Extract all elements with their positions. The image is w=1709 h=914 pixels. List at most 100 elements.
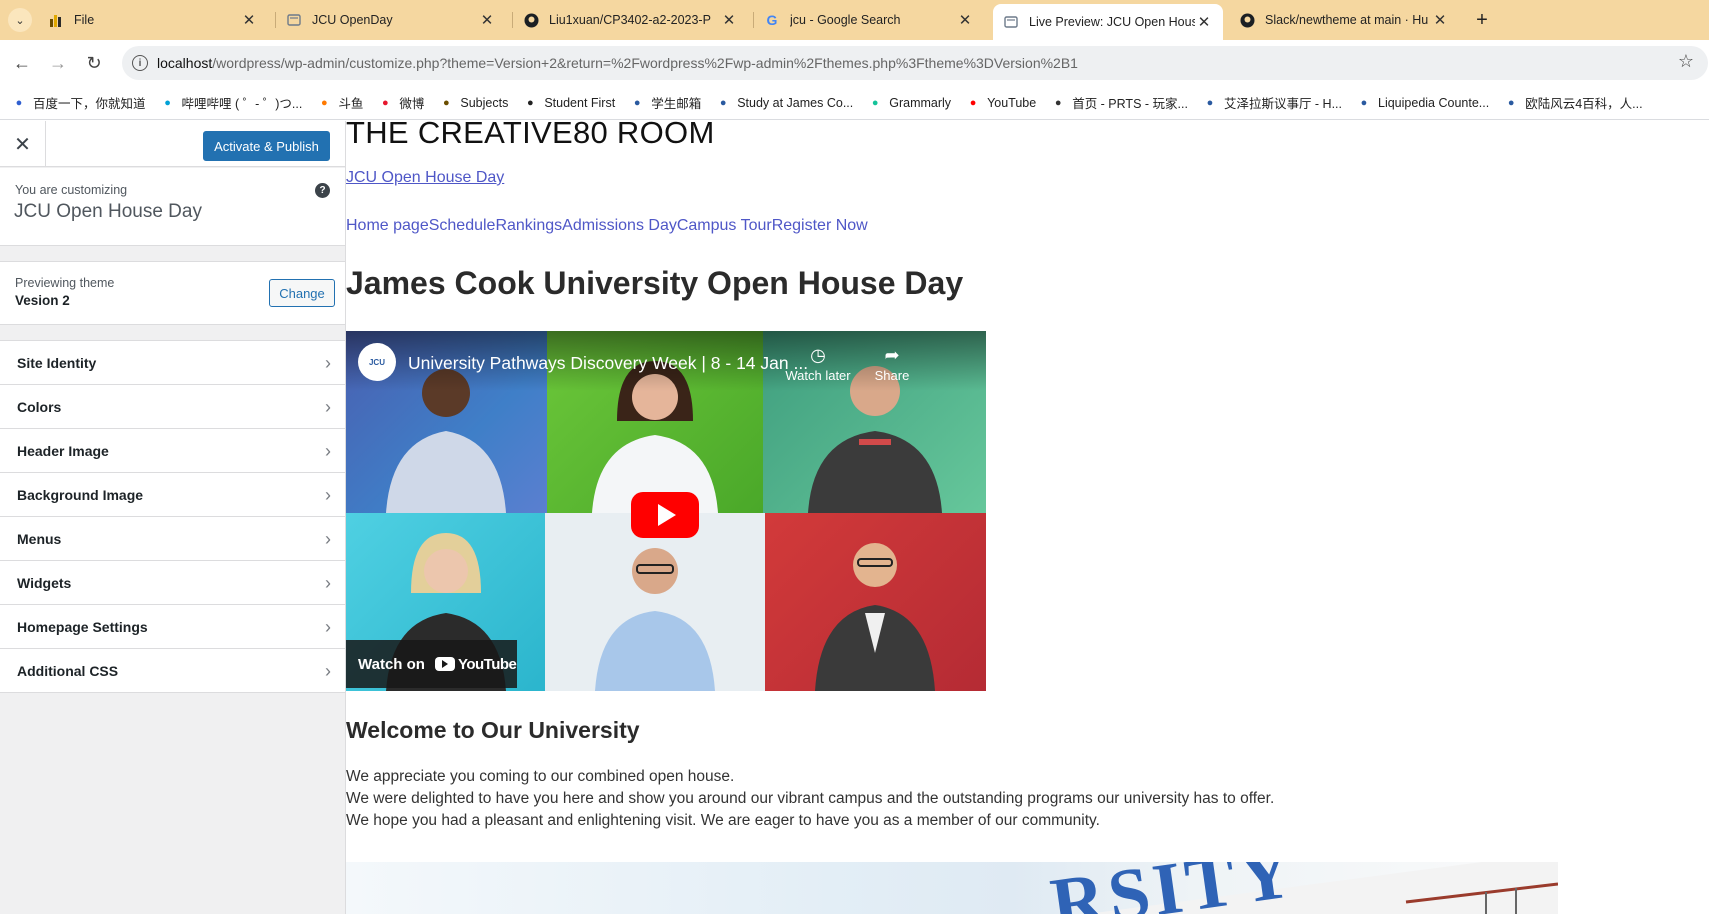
reload-icon: ↻ <box>86 52 102 73</box>
close-icon[interactable]: ✕ <box>240 11 258 29</box>
section-homepage-settings[interactable]: Homepage Settings › <box>0 605 345 649</box>
share-icon: ➦ <box>884 345 900 365</box>
section-header-image[interactable]: Header Image › <box>0 429 345 473</box>
liquipedia-icon: ● <box>1360 96 1368 109</box>
close-icon[interactable]: ✕ <box>956 11 974 29</box>
nav-link-home-page[interactable]: Home page <box>346 217 429 235</box>
bookmark-item[interactable]: ● 艾泽拉斯议事厅 - H... <box>1203 93 1342 112</box>
close-icon[interactable]: ✕ <box>720 11 738 29</box>
youtube-video-embed[interactable]: JCU University Pathways Discovery Week |… <box>346 331 986 691</box>
tab-live-preview[interactable]: Live Preview: JCU Open Hous ✕ <box>993 4 1223 40</box>
campus-building-graphic <box>1086 862 1558 914</box>
page-heading: James Cook University Open House Day <box>346 265 964 301</box>
chevron-down-icon: ⌄ <box>15 14 25 27</box>
section-label: Background Image <box>17 486 144 503</box>
clock-icon: ◷ <box>810 345 826 365</box>
change-theme-button[interactable]: Change <box>269 279 335 307</box>
tv-icon: ● <box>164 96 171 109</box>
close-icon[interactable]: ✕ <box>1431 11 1449 29</box>
watch-on-youtube-button[interactable]: Watch on YouTube <box>346 640 517 688</box>
tab-title: jcu - Google Search <box>790 13 901 27</box>
share-button[interactable]: ➦ Share <box>857 345 927 383</box>
section-label: Site Identity <box>17 354 97 371</box>
nav-link-admissions-day[interactable]: Admissions Day <box>562 217 677 235</box>
close-customizer-button[interactable]: ✕ <box>0 121 46 167</box>
grammarly-icon: ● <box>871 96 879 109</box>
nav-link-register-now[interactable]: Register Now <box>772 217 868 235</box>
star-icon[interactable]: ☆ <box>1678 51 1694 72</box>
arrow-left-icon: ← <box>13 52 31 73</box>
customizer-info: You are customizing JCU Open House Day ? <box>0 168 345 246</box>
video-tile <box>765 513 986 691</box>
address-bar[interactable]: i localhost/wordpress/wp-admin/customize… <box>122 46 1708 80</box>
page-icon <box>286 12 302 28</box>
section-widgets[interactable]: Widgets › <box>0 561 345 605</box>
watch-later-button[interactable]: ◷ Watch later <box>783 345 853 383</box>
chevron-right-icon: › <box>325 529 331 549</box>
tab-github-slack[interactable]: Slack/newtheme at main · Hu ✕ <box>1229 0 1459 40</box>
chevron-right-icon: › <box>325 397 331 417</box>
bookmark-item[interactable]: ● Study at James Co... <box>716 96 853 110</box>
bookmark-item[interactable]: ● Liquipedia Counte... <box>1357 95 1490 110</box>
bookmark-item[interactable]: ● 斗鱼 <box>317 93 363 112</box>
tab-file[interactable]: File ✕ <box>38 0 268 40</box>
customizer-sidebar: ✕ Activate & Publish You are customizing… <box>0 121 346 914</box>
tab-title: File <box>74 13 95 27</box>
tab-search-button[interactable]: ⌄ <box>8 8 32 32</box>
campus-sign-text: RSITY <box>1046 862 1302 914</box>
tab-google-search[interactable]: G jcu - Google Search ✕ <box>754 0 984 40</box>
forward-button[interactable]: → <box>44 49 72 77</box>
bookmark-label: Study at James Co... <box>737 95 854 110</box>
main-nav: Home page Schedule Rankings Admissions Day C… <box>346 217 868 235</box>
help-icon[interactable]: ? <box>315 183 330 198</box>
tab-jcu-openday[interactable]: JCU OpenDay ✕ <box>276 0 506 40</box>
bookmark-item[interactable]: ● 微博 <box>378 93 424 112</box>
section-colors[interactable]: Colors › <box>0 385 345 429</box>
bookmark-item[interactable]: ● 欧陆风云4百科，人... <box>1504 93 1643 112</box>
welcome-line: We hope you had a pleasant and enlighten… <box>346 812 1100 829</box>
url-text: localhost/wordpress/wp-admin/customize.p… <box>157 55 1078 71</box>
customizing-label: You are customizing <box>15 183 128 197</box>
bookmark-item[interactable]: ● YouTube <box>966 96 1036 110</box>
bookmark-item[interactable]: ● Grammarly <box>868 96 951 110</box>
section-additional-css[interactable]: Additional CSS › <box>0 649 345 693</box>
bookmark-item[interactable]: ● 哔哩哔哩 ( ゜- ゜)つ... <box>161 93 302 112</box>
bookmark-item[interactable]: ● 学生邮箱 <box>630 93 701 112</box>
previewing-label: Previewing theme <box>15 276 115 290</box>
back-button[interactable]: ← <box>8 49 36 77</box>
activate-publish-button[interactable]: Activate & Publish <box>203 131 330 161</box>
youtube-logo-icon: YouTube <box>434 656 517 673</box>
bookmark-label: 微博 <box>399 97 425 111</box>
site-link[interactable]: JCU Open House Day <box>346 169 504 187</box>
bookmark-label: 首页 - PRTS - 玩家... <box>1072 97 1188 111</box>
nav-link-rankings[interactable]: Rankings <box>495 217 562 235</box>
bookmark-item[interactable]: ● 百度一下，你就知道 <box>12 93 146 112</box>
play-button[interactable] <box>631 492 699 538</box>
bookmark-item[interactable]: ● 首页 - PRTS - 玩家... <box>1051 93 1188 112</box>
globe-icon: ● <box>527 96 534 109</box>
bookmark-label: Liquipedia Counte... <box>1378 95 1490 110</box>
new-tab-button[interactable]: + <box>1470 8 1494 32</box>
channel-logo[interactable]: JCU <box>358 343 396 381</box>
bookmark-item[interactable]: ● Subjects <box>439 96 508 110</box>
site-title: THE CREATIVE80 ROOM <box>346 121 715 150</box>
chevron-right-icon: › <box>325 617 331 637</box>
video-tile <box>545 513 765 691</box>
section-label: Additional CSS <box>17 662 119 679</box>
campus-image: RSITY <box>346 862 1558 914</box>
section-site-identity[interactable]: Site Identity › <box>0 341 345 385</box>
video-title[interactable]: University Pathways Discovery Week | 8 -… <box>408 353 808 374</box>
nav-link-schedule[interactable]: Schedule <box>429 217 496 235</box>
tab-github-repo[interactable]: Liu1xuan/CP3402-a2-2023-P ✕ <box>513 0 748 40</box>
close-icon[interactable]: ✕ <box>478 11 496 29</box>
reload-button[interactable]: ↻ <box>80 49 108 77</box>
nav-link-campus-tour[interactable]: Campus Tour <box>677 217 772 235</box>
section-background-image[interactable]: Background Image › <box>0 473 345 517</box>
section-menus[interactable]: Menus › <box>0 517 345 561</box>
site-preview: THE CREATIVE80 ROOM JCU Open House Day H… <box>346 121 1709 914</box>
bookmark-label: YouTube <box>987 95 1037 110</box>
bookmark-item[interactable]: ● Student First <box>523 96 615 110</box>
close-icon[interactable]: ✕ <box>1195 13 1213 31</box>
site-info-icon[interactable]: i <box>132 55 148 71</box>
weibo-icon: ● <box>382 96 389 109</box>
